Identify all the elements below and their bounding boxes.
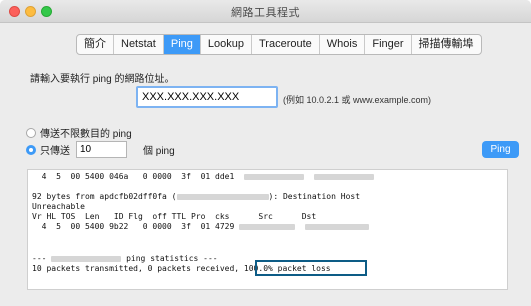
limited-pings-radio[interactable] bbox=[26, 144, 36, 155]
unlimited-pings-radio[interactable] bbox=[26, 127, 36, 138]
address-hint: (例如 10.0.2.1 或 www.example.com) bbox=[283, 95, 432, 105]
redacted-address bbox=[243, 173, 304, 180]
redacted-address bbox=[51, 255, 122, 262]
unlimited-pings-label: 傳送不限數目的 ping bbox=[40, 129, 132, 140]
limited-pings-option[interactable]: 只傳送 個 ping bbox=[26, 141, 175, 158]
redacted-address bbox=[176, 193, 269, 200]
tab-ping[interactable]: Ping bbox=[163, 35, 201, 54]
limited-pings-label: 只傳送 bbox=[40, 146, 70, 157]
title-bar: 網路工具程式 bbox=[0, 0, 531, 23]
tab-whois[interactable]: Whois bbox=[320, 35, 366, 54]
output-line: Vr HL TOS Len ID Flg off TTL Pro cks Src… bbox=[32, 212, 317, 221]
network-utility-window: 網路工具程式 簡介 Netstat Ping Lookup Traceroute… bbox=[0, 0, 531, 306]
ping-count-suffix: 個 ping bbox=[143, 146, 175, 157]
packet-loss-highlight bbox=[255, 260, 367, 276]
tab-info[interactable]: 簡介 bbox=[77, 35, 114, 54]
tab-traceroute[interactable]: Traceroute bbox=[252, 35, 320, 54]
tab-port-scan[interactable]: 掃描傳輸埠 bbox=[412, 35, 481, 54]
window-title: 網路工具程式 bbox=[231, 7, 300, 19]
redacted-address bbox=[313, 173, 374, 180]
output-line: 4 5 00 5400 9b22 0 0000 3f 01 4729 bbox=[32, 222, 369, 232]
output-line: Unreachable bbox=[32, 202, 85, 211]
tab-bar: 簡介 Netstat Ping Lookup Traceroute Whois … bbox=[76, 34, 482, 55]
tab-netstat[interactable]: Netstat bbox=[114, 35, 164, 54]
ping-count-input[interactable] bbox=[76, 141, 127, 158]
redacted-address bbox=[304, 223, 369, 230]
tab-lookup[interactable]: Lookup bbox=[201, 35, 252, 54]
ping-button[interactable]: Ping bbox=[482, 141, 519, 158]
unlimited-pings-option[interactable]: 傳送不限數目的 ping bbox=[26, 125, 132, 140]
output-line: 4 5 00 5400 046a 0 0000 3f 01 dde1 bbox=[32, 172, 374, 182]
ping-output-area[interactable]: 4 5 00 5400 046a 0 0000 3f 01 dde1 92 by… bbox=[27, 169, 508, 290]
redacted-address bbox=[239, 223, 296, 230]
output-line: 92 bytes from apdcfb02dff0fa (): Destina… bbox=[32, 192, 361, 201]
output-line: --- ping statistics --- bbox=[32, 254, 218, 263]
tab-finger[interactable]: Finger bbox=[365, 35, 412, 54]
address-input[interactable] bbox=[136, 86, 278, 108]
address-prompt: 請輸入要執行 ping 的網路位址。 bbox=[30, 74, 175, 85]
